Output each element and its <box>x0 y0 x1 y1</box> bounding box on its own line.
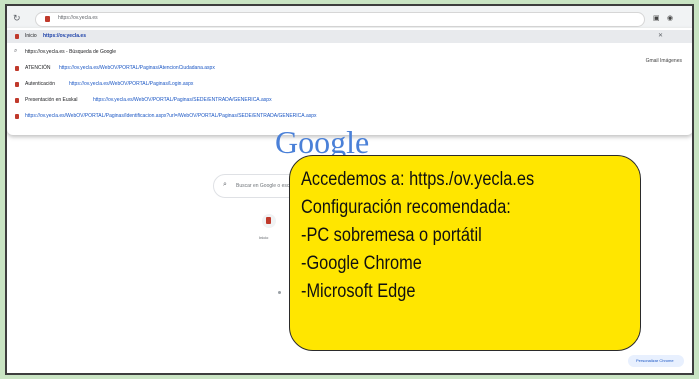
customize-chrome-label: Personalizar Chrome <box>636 358 674 363</box>
info-callout: Accedemos a: https./ov.yecla.es Configur… <box>289 155 641 351</box>
shortcut-tile[interactable] <box>262 214 276 228</box>
site-favicon-icon <box>15 82 19 87</box>
close-icon[interactable]: ✕ <box>658 32 663 39</box>
suggestion-row[interactable]: Inicio https://ov.yecla.es ✕ <box>7 30 692 43</box>
site-favicon-icon <box>15 114 19 119</box>
suggestion-url[interactable]: https://ov.yecla.es/WebOV/PORTAL/Paginas… <box>59 65 215 71</box>
address-bar[interactable]: https://ov.yecla.es <box>35 12 645 27</box>
site-favicon-icon <box>45 16 50 22</box>
suggestion-title: Inicio <box>25 33 37 39</box>
callout-line: -Microsoft Edge <box>301 281 416 302</box>
suggestion-title: Autenticación <box>25 81 56 87</box>
suggestion-row[interactable]: Presentación en Euskal https://ov.yecla.… <box>7 94 692 107</box>
search-icon: ⌕ <box>223 181 227 188</box>
suggestion-row[interactable]: ATENCIÓN https://ov.yecla.es/WebOV/PORTA… <box>7 62 692 75</box>
site-favicon-icon <box>15 66 19 71</box>
add-shortcut-icon[interactable] <box>278 291 281 294</box>
google-top-links[interactable]: Gmail Imágenes <box>646 58 682 64</box>
callout-line: Accedemos a: https./ov.yecla.es <box>301 169 535 190</box>
profile-icon[interactable]: ◉ <box>667 14 673 22</box>
site-favicon-icon <box>266 217 271 224</box>
shortcut-label: Inicio <box>259 235 269 240</box>
search-icon: ⌕ <box>14 48 18 54</box>
suggestion-row[interactable]: Autenticación https://ov.yecla.es/WebOV/… <box>7 78 692 91</box>
suggestion-url[interactable]: https://ov.yecla.es/WebOV/PORTAL/Paginas… <box>25 113 317 119</box>
omnibox-suggestions: Inicio https://ov.yecla.es ✕ ⌕ https://o… <box>7 28 692 135</box>
suggestion-title[interactable]: https://ov.yecla.es - Búsqueda de Google <box>25 49 116 55</box>
extensions-icon[interactable]: ▣ <box>653 14 660 22</box>
google-logo: Google <box>275 124 370 160</box>
suggestion-row[interactable]: https://ov.yecla.es/WebOV/PORTAL/Paginas… <box>7 110 692 123</box>
site-favicon-icon <box>15 34 19 39</box>
callout-line: -Google Chrome <box>301 253 422 274</box>
suggestion-row[interactable]: ⌕ https://ov.yecla.es - Búsqueda de Goog… <box>7 46 692 59</box>
suggestion-url[interactable]: https://ov.yecla.es <box>43 33 86 39</box>
suggestion-url[interactable]: https://ov.yecla.es/WebOV/PORTAL/Paginas… <box>69 81 193 87</box>
suggestion-title: Presentación en Euskal <box>25 97 78 103</box>
callout-line: Configuración recomendada: <box>301 197 511 218</box>
site-favicon-icon <box>15 98 19 103</box>
suggestion-url[interactable]: https://ov.yecla.es/WebOV/PORTAL/Paginas… <box>93 97 272 103</box>
customize-chrome-button[interactable]: Personalizar Chrome <box>628 355 684 367</box>
address-bar-text[interactable]: https://ov.yecla.es <box>58 15 98 21</box>
callout-line: -PC sobremesa o portátil <box>301 225 482 246</box>
suggestion-title: ATENCIÓN <box>25 65 51 71</box>
refresh-icon[interactable]: ↻ <box>13 14 21 23</box>
